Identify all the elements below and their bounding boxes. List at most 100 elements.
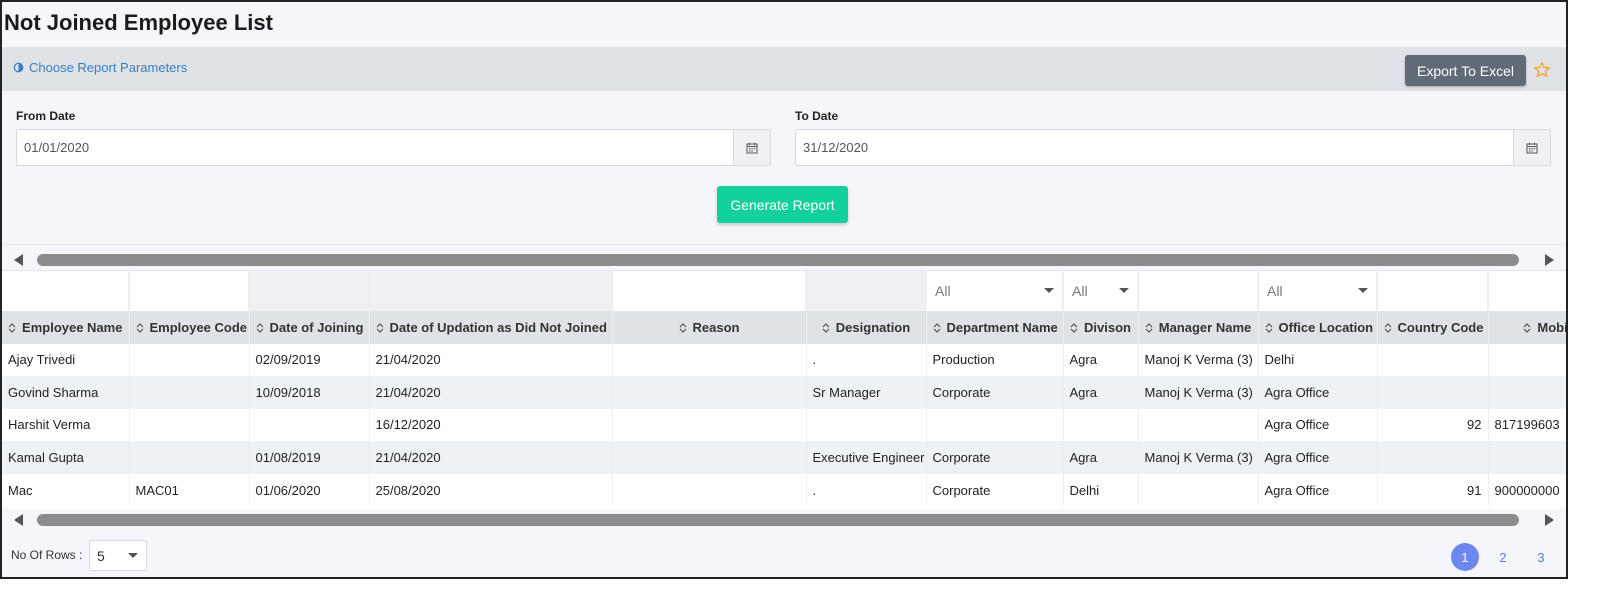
rows-per-page-value: 5 [97,547,105,564]
column-header[interactable]: Department Name [926,310,1064,344]
table-cell: Production [926,343,1064,377]
sort-icon [256,323,263,333]
column-header[interactable]: Office Location [1258,310,1378,344]
calendar-icon [746,142,758,153]
rows-per-page-select[interactable]: 5 [89,540,147,571]
column-header-label: Mobile [1537,319,1566,335]
table-cell [612,441,807,474]
pagination: 1 2 3 [1451,543,1555,571]
filter-cell [806,270,927,311]
sort-icon [1070,323,1078,333]
scrollbar-thumb[interactable] [37,514,1519,526]
table-cell [926,408,1064,442]
table-cell: Agra Office [1258,376,1378,409]
table-cell: Manoj K Verma (3) [1138,343,1259,377]
table-cell: 21/04/2020 [369,343,613,377]
generate-report-button[interactable]: Generate Report [717,186,848,223]
column-header[interactable]: Employee Name [2,310,130,344]
table-cell [1488,343,1566,377]
bottom-horizontal-scrollbar[interactable] [2,510,1566,530]
from-date-field [16,129,771,166]
sort-icon [8,323,16,333]
sort-icon [822,323,830,333]
column-header[interactable]: Designation [806,310,927,344]
table-row[interactable]: Kamal Gupta 01/08/2019 21/04/2020 Executive… [2,441,1566,474]
scroll-right-arrow-icon[interactable] [1545,514,1554,526]
to-date-calendar-button[interactable] [1513,130,1550,165]
table-cell: Agra Office [1258,441,1378,474]
table-cell: MAC01 [129,473,250,507]
column-header[interactable]: Mobile [1488,310,1566,344]
table-cell: 21/04/2020 [369,376,613,409]
table-cell: Corporate [926,441,1064,474]
column-header-label: Divison [1084,319,1131,335]
column-header-label: Employee Code [149,319,248,335]
scroll-left-arrow-icon[interactable] [14,254,23,266]
column-header[interactable]: Date of Joining [249,310,370,344]
to-date-input[interactable] [796,130,1513,165]
table-cell: 16/12/2020 [369,408,613,442]
column-header-label: Reason [692,319,740,335]
table-cell [612,473,807,507]
column-header[interactable]: Reason [612,310,807,344]
department-filter[interactable]: All [926,270,1064,311]
table-row[interactable]: Ajay Trivedi 02/09/2019 21/04/2020. Product… [2,343,1566,377]
column-header-label: Employee Name [22,319,123,335]
scroll-right-arrow-icon[interactable] [1545,254,1554,266]
column-header[interactable]: Date of Updation as Did Not Joined [369,310,613,344]
table-cell: 92 [1377,408,1489,442]
table-row[interactable]: Govind Sharma 10/09/2018 21/04/2020 Sr Mana… [2,376,1566,409]
column-header-label: Office Location [1278,319,1374,335]
column-header[interactable]: Country Code [1377,310,1489,344]
choose-report-parameters-link[interactable]: Choose Report Parameters [13,60,187,75]
sort-icon [679,323,686,333]
division-filter[interactable]: All [1063,270,1139,311]
filter-cell [129,270,250,311]
grid-body: Ajay Trivedi 02/09/2019 21/04/2020. Product… [2,343,1566,507]
column-header[interactable]: Divison [1063,310,1139,344]
chevron-down-icon [1119,288,1129,294]
table-cell: 900000000 [1488,473,1566,507]
division-filter-value: All [1072,282,1088,299]
table-cell: Corporate [926,473,1064,507]
column-header[interactable]: Manager Name [1138,310,1259,344]
rows-per-page-label: No Of Rows : [11,548,83,562]
page-button-2[interactable]: 2 [1489,543,1517,571]
table-cell: 10/09/2018 [249,376,370,409]
page-button-1[interactable]: 1 [1451,543,1479,571]
table-cell [1138,473,1259,507]
table-cell: Agra Office [1258,408,1378,442]
top-horizontal-scrollbar[interactable] [2,250,1566,270]
filter-cell [1138,270,1259,311]
sort-icon [1384,323,1391,333]
table-cell [129,376,250,409]
table-cell: Ajay Trivedi [2,343,130,377]
filter-cell [369,270,613,311]
from-date-calendar-button[interactable] [733,130,770,165]
report-frame: Not Joined Employee List Choose Report P… [0,0,1568,579]
table-cell [249,408,370,442]
sort-icon [1145,323,1153,333]
choose-report-parameters-label: Choose Report Parameters [29,60,188,75]
sort-icon [1523,323,1531,333]
table-row[interactable]: Harshit Verma 16/12/2020 Agra Office 92 8171… [2,408,1566,442]
half-circle-icon [13,62,24,73]
table-cell [1377,343,1489,377]
filter-cell [2,270,130,311]
filter-row: All All All [2,270,1566,311]
scroll-left-arrow-icon[interactable] [14,514,23,526]
from-date-input[interactable] [17,130,733,165]
export-to-excel-button[interactable]: Export To Excel [1405,55,1526,86]
office-filter[interactable]: All [1258,270,1378,311]
filter-cell [612,270,807,311]
star-icon[interactable] [1533,61,1551,79]
table-cell [129,408,250,442]
chevron-down-icon [1358,288,1368,294]
scrollbar-thumb[interactable] [37,254,1519,266]
table-cell: Kamal Gupta [2,441,130,474]
page-button-3[interactable]: 3 [1527,543,1555,571]
table-cell: 21/04/2020 [369,441,613,474]
calendar-icon [1526,142,1538,153]
column-header[interactable]: Employee Code [129,310,250,344]
table-row[interactable]: Mac MAC01 01/06/2020 25/08/2020. Corporate De… [2,473,1566,507]
